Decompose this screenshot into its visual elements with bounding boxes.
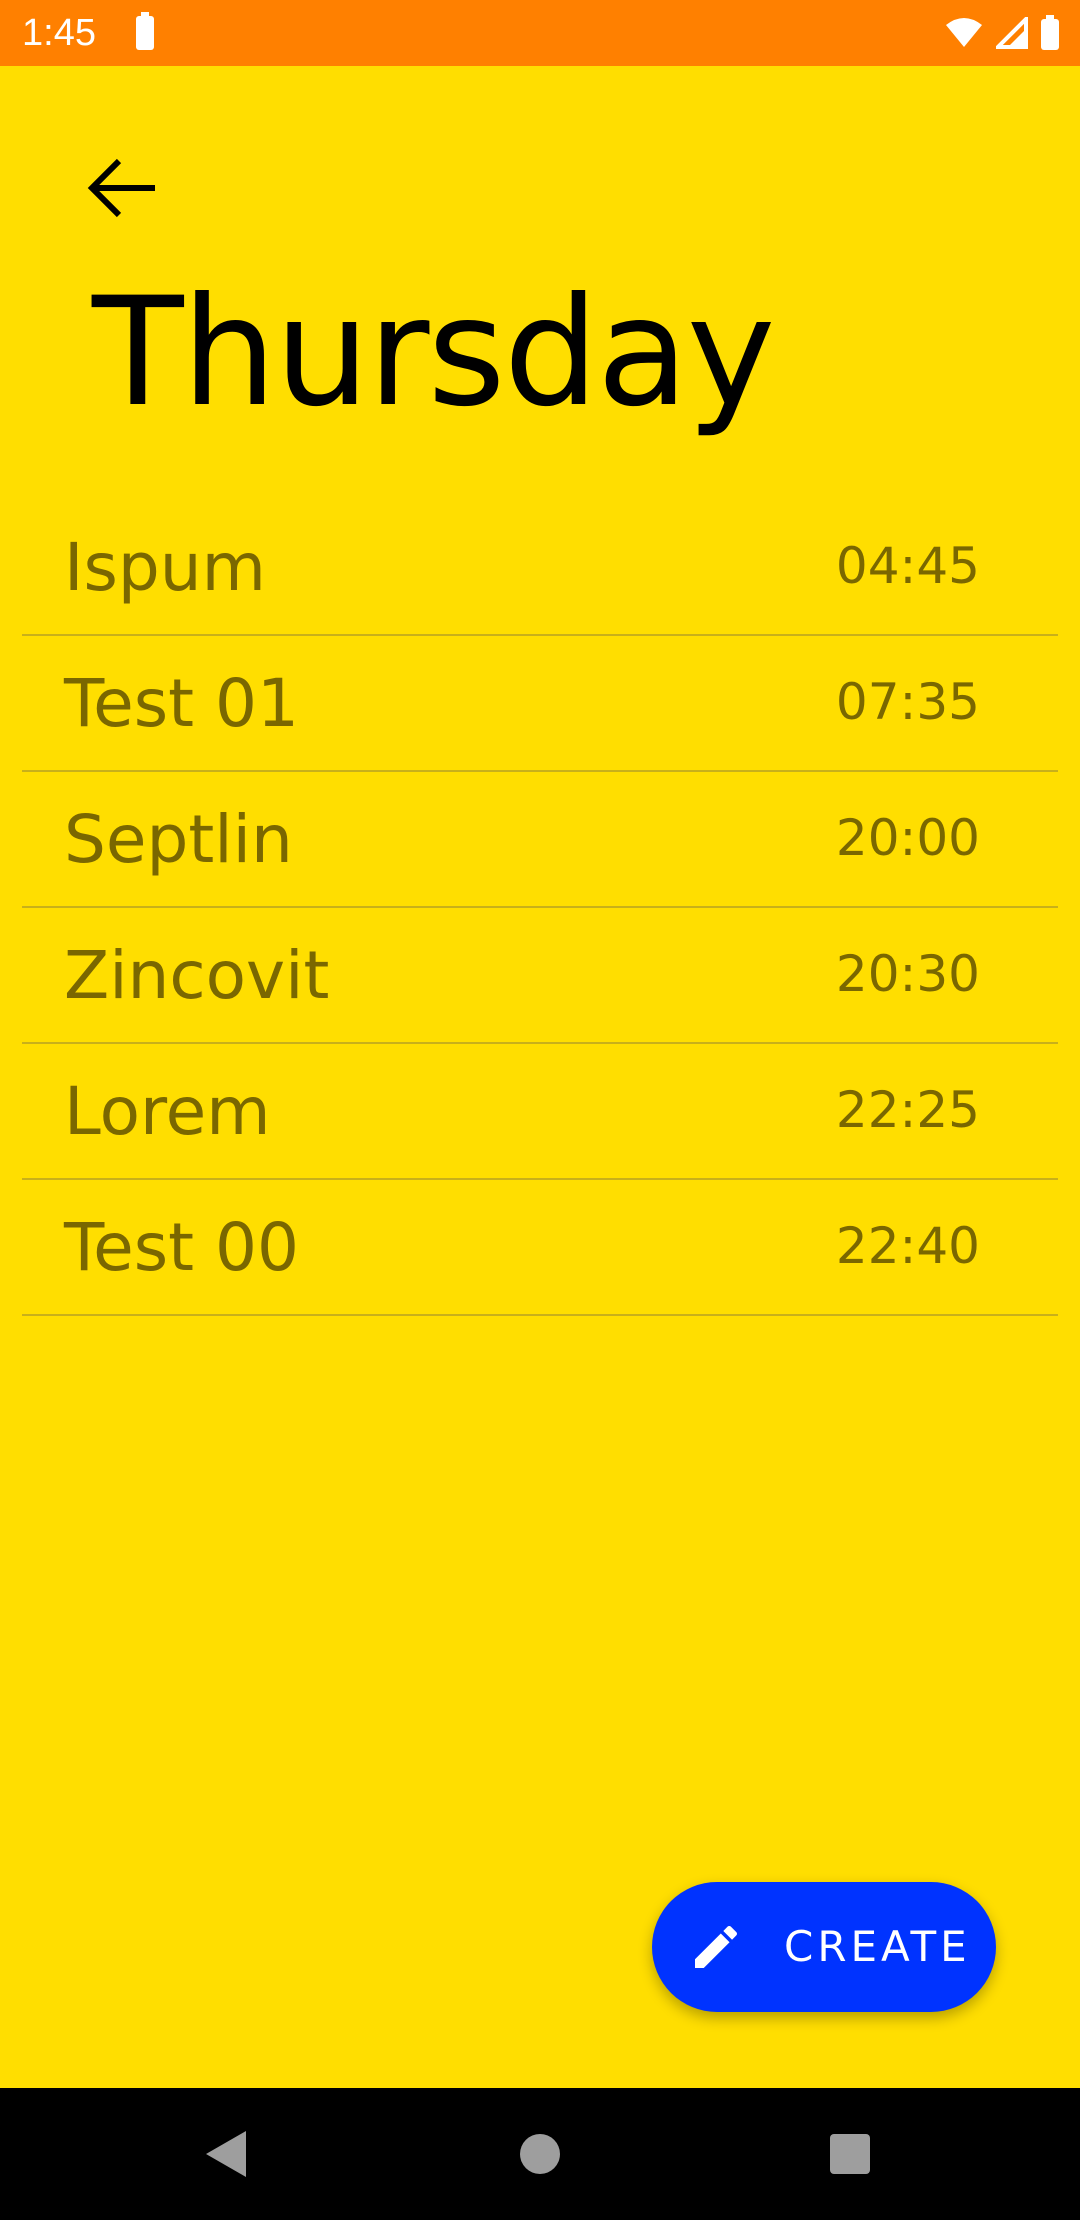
navigation-bar bbox=[0, 2088, 1080, 2220]
status-bar: 1:45 bbox=[0, 0, 1080, 66]
arrow-left-icon bbox=[87, 158, 155, 218]
item-name: Septlin bbox=[64, 801, 293, 878]
schedule-list: Ispum 04:45 Test 01 07:35 Septlin 20:00 … bbox=[22, 500, 1058, 1316]
signal-icon bbox=[996, 17, 1028, 49]
list-item[interactable]: Zincovit 20:30 bbox=[22, 908, 1058, 1044]
item-name: Lorem bbox=[64, 1073, 271, 1150]
list-item[interactable]: Lorem 22:25 bbox=[22, 1044, 1058, 1180]
page-title: Thursday bbox=[92, 266, 775, 440]
battery-icon bbox=[136, 12, 154, 50]
back-triangle-icon bbox=[206, 2131, 246, 2177]
item-name: Test 00 bbox=[64, 1209, 299, 1286]
item-time: 07:35 bbox=[835, 673, 980, 731]
home-circle-icon bbox=[520, 2134, 560, 2174]
list-item[interactable]: Ispum 04:45 bbox=[22, 500, 1058, 636]
create-button[interactable]: CREATE bbox=[652, 1882, 996, 2012]
nav-back-button[interactable] bbox=[194, 2122, 258, 2186]
status-time: 1:45 bbox=[22, 12, 96, 54]
item-name: Ispum bbox=[64, 529, 266, 606]
item-time: 20:30 bbox=[835, 945, 980, 1003]
item-time: 20:00 bbox=[835, 809, 980, 867]
item-name: Zincovit bbox=[64, 937, 330, 1014]
status-icons bbox=[944, 14, 1060, 52]
recents-square-icon bbox=[830, 2134, 870, 2174]
create-label: CREATE bbox=[784, 1922, 971, 1971]
wifi-icon bbox=[946, 18, 982, 47]
list-item[interactable]: Test 01 07:35 bbox=[22, 636, 1058, 772]
item-time: 22:25 bbox=[835, 1081, 980, 1139]
battery-icon bbox=[1041, 15, 1059, 50]
item-name: Test 01 bbox=[64, 665, 299, 742]
item-time: 22:40 bbox=[835, 1217, 980, 1275]
list-item[interactable]: Septlin 20:00 bbox=[22, 772, 1058, 908]
nav-recents-button[interactable] bbox=[818, 2122, 882, 2186]
pencil-icon bbox=[695, 1925, 738, 1968]
list-item[interactable]: Test 00 22:40 bbox=[22, 1180, 1058, 1316]
nav-home-button[interactable] bbox=[508, 2122, 572, 2186]
back-button[interactable] bbox=[74, 140, 170, 236]
item-time: 04:45 bbox=[835, 537, 980, 595]
